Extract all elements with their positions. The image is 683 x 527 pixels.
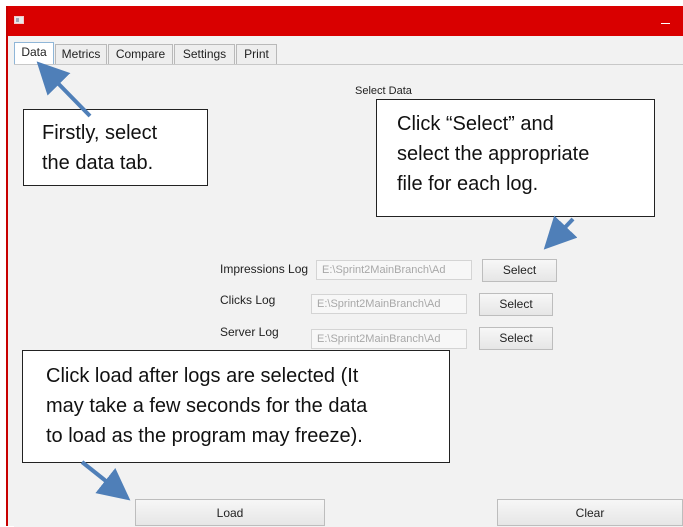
annotation-line: the data tab.: [42, 152, 154, 174]
load-annotation: Click load after logs are selected (It m…: [22, 350, 450, 463]
tab-metrics[interactable]: Metrics: [55, 44, 107, 64]
annotation-line: select the appropriate: [397, 143, 590, 165]
annotation-line: Click load after logs are selected (It: [46, 365, 359, 387]
minimize-icon[interactable]: [659, 14, 673, 28]
annotation-line: Click “Select” and: [397, 113, 554, 135]
impressions-select-button[interactable]: Select: [482, 259, 557, 282]
impressions-log-label: Impressions Log: [220, 262, 309, 276]
server-select-button[interactable]: Select: [479, 327, 553, 350]
annotation-line: to load as the program may freeze).: [46, 425, 363, 447]
clear-button[interactable]: Clear: [497, 499, 683, 526]
load-button[interactable]: Load: [135, 499, 325, 526]
annotation-line: may take a few seconds for the data: [46, 395, 368, 417]
select-annotation: Click “Select” and select the appropriat…: [376, 99, 655, 217]
tab-settings[interactable]: Settings: [174, 44, 235, 64]
clicks-log-path-field[interactable]: E:\Sprint2MainBranch\Ad: [311, 294, 467, 314]
clicks-select-button[interactable]: Select: [479, 293, 553, 316]
annotation-line: file for each log.: [397, 173, 539, 195]
annotation-line: Firstly, select: [42, 122, 158, 144]
server-log-path-field[interactable]: E:\Sprint2MainBranch\Ad: [311, 329, 467, 349]
tab-data[interactable]: Data: [14, 42, 54, 65]
title-bar[interactable]: [8, 6, 683, 36]
select-data-heading: Select Data: [355, 85, 412, 97]
impressions-log-path-field[interactable]: E:\Sprint2MainBranch\Ad: [316, 260, 472, 280]
tab-compare[interactable]: Compare: [108, 44, 173, 64]
clicks-log-label: Clicks Log: [220, 293, 276, 307]
window-icon: [14, 16, 24, 24]
data-tab-annotation: Firstly, select the data tab.: [23, 109, 208, 186]
tab-print[interactable]: Print: [236, 44, 277, 64]
server-log-label: Server Log: [220, 325, 279, 339]
